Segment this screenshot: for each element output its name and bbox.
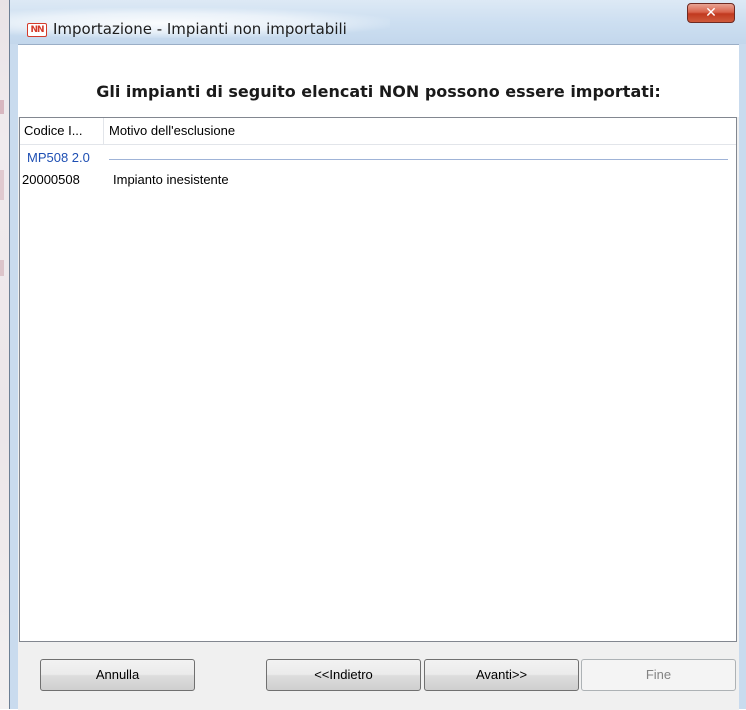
desktop-mark	[0, 170, 4, 200]
app-icon: NN	[27, 23, 47, 37]
close-button[interactable]: ✕	[687, 3, 735, 23]
title-bar[interactable]: NN Importazione - Impianti non importabi…	[10, 0, 746, 44]
list-item[interactable]: 20000508 Impianto inesistente	[20, 170, 736, 190]
finish-button[interactable]: Fine	[581, 659, 736, 691]
button-bar: Annulla <<Indietro Avanti>> Fine	[18, 642, 739, 710]
desktop-mark	[0, 260, 4, 276]
group-divider	[109, 159, 728, 160]
group-label: MP508 2.0	[27, 150, 90, 165]
cell-code: 20000508	[22, 172, 80, 187]
excluded-plants-list[interactable]: Codice I... Motivo dell'esclusione MP508…	[19, 117, 737, 642]
cell-reason: Impianto inesistente	[113, 172, 229, 187]
column-header-reason[interactable]: Motivo dell'esclusione	[104, 118, 736, 144]
next-button[interactable]: Avanti>>	[424, 659, 579, 691]
cancel-button[interactable]: Annulla	[40, 659, 195, 691]
back-button[interactable]: <<Indietro	[266, 659, 421, 691]
dialog-window: NN Importazione - Impianti non importabi…	[9, 0, 746, 710]
dialog-content: Gli impianti di seguito elencati NON pos…	[18, 44, 739, 710]
desktop-mark	[0, 100, 4, 114]
list-header: Codice I... Motivo dell'esclusione	[20, 118, 736, 145]
page-heading: Gli impianti di seguito elencati NON pos…	[96, 82, 661, 101]
header-panel: Gli impianti di seguito elencati NON pos…	[18, 45, 739, 117]
column-header-code[interactable]: Codice I...	[20, 118, 104, 144]
group-header[interactable]: MP508 2.0	[20, 149, 736, 169]
close-icon: ✕	[705, 5, 717, 21]
window-title: Importazione - Impianti non importabili	[53, 20, 347, 38]
background-desktop	[0, 0, 9, 709]
